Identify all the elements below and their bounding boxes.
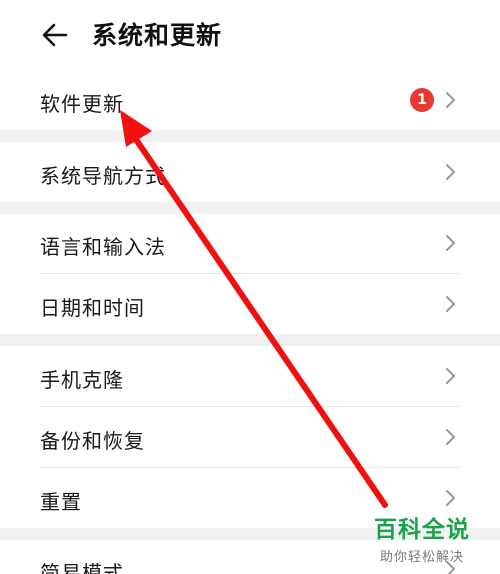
date-time-label: 日期和时间 xyxy=(40,296,145,320)
reset-label: 重置 xyxy=(40,490,82,514)
backup-restore-item[interactable]: 备份和恢复 xyxy=(0,407,500,467)
chevron-right-icon xyxy=(446,92,455,108)
simple-mode-label: 简易模式 xyxy=(40,561,124,574)
section-separator xyxy=(0,202,500,214)
language-input-label: 语言和输入法 xyxy=(40,235,166,259)
page-title: 系统和更新 xyxy=(92,21,223,50)
watermark-title: 百科全说 xyxy=(374,517,470,544)
header-bar: 系统和更新 xyxy=(0,0,500,70)
watermark-subtitle: 助你轻松解决 xyxy=(380,550,465,565)
phone-clone-item[interactable]: 手机克隆 xyxy=(0,346,500,406)
software-update-label: 软件更新 xyxy=(40,92,124,116)
chevron-right-icon xyxy=(446,429,455,445)
watermark-logo: 百科全说 助你轻松解决 xyxy=(374,510,494,566)
system-navigation-label: 系统导航方式 xyxy=(40,164,166,188)
software-update-item[interactable]: 软件更新 1 xyxy=(0,70,500,130)
section-separator xyxy=(0,130,500,142)
chevron-right-icon xyxy=(446,164,455,180)
system-navigation-item[interactable]: 系统导航方式 xyxy=(0,142,500,202)
date-time-item[interactable]: 日期和时间 xyxy=(0,274,500,334)
language-input-item[interactable]: 语言和输入法 xyxy=(0,214,500,273)
chevron-right-icon xyxy=(446,296,455,312)
backup-restore-label: 备份和恢复 xyxy=(40,429,145,453)
back-arrow-icon[interactable] xyxy=(38,18,72,52)
section-separator xyxy=(0,334,500,346)
chevron-right-icon xyxy=(446,368,455,384)
chevron-right-icon xyxy=(446,490,455,506)
phone-clone-label: 手机克隆 xyxy=(40,368,124,392)
update-count-badge: 1 xyxy=(410,88,434,112)
chevron-right-icon xyxy=(446,235,455,251)
